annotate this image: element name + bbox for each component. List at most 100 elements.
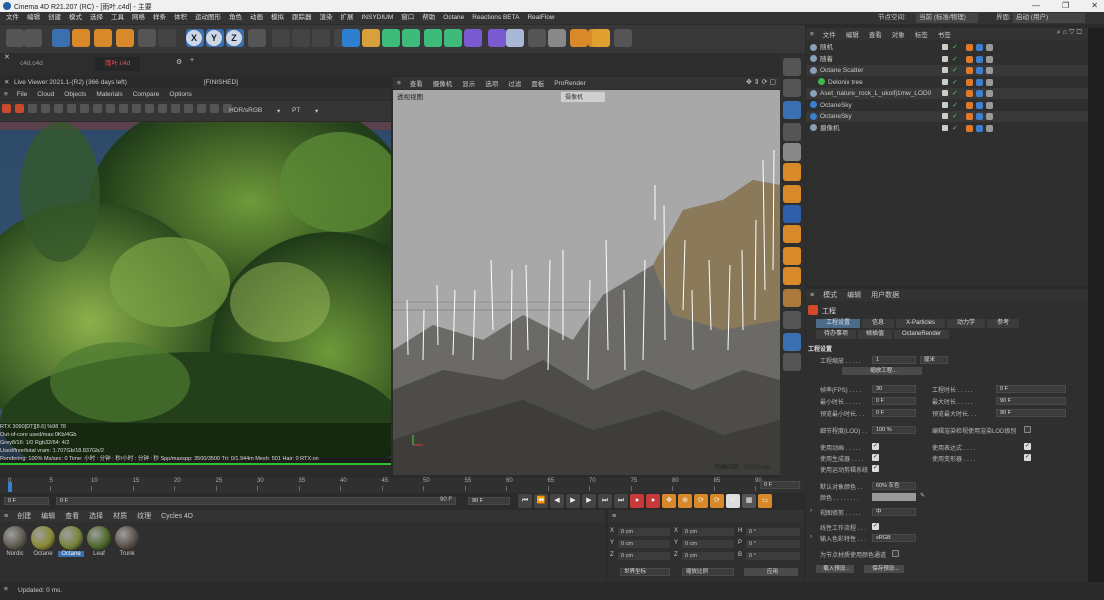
attribute-subtab[interactable]: OctaneRender xyxy=(894,330,950,339)
material-menu-item[interactable]: 查看 xyxy=(60,511,84,521)
object-menu-item[interactable]: 编辑 xyxy=(841,29,864,39)
viewport-menu-item[interactable]: 选项 xyxy=(480,78,503,88)
tag-icon[interactable] xyxy=(966,101,973,109)
attribute-menu-item[interactable]: 用户数据 xyxy=(866,290,904,300)
viewport-menu-item[interactable]: 面板 xyxy=(526,78,549,88)
save-preset-button[interactable]: 保存预设... xyxy=(864,565,904,573)
live-viewer-tool-icon[interactable] xyxy=(106,104,115,113)
color-swatch[interactable] xyxy=(872,493,916,501)
maximize-button[interactable]: ❐ xyxy=(1062,1,1069,10)
rotation-input[interactable]: 0 ° xyxy=(746,528,800,536)
transport-button[interactable]: ⟳ xyxy=(710,494,724,508)
object-row[interactable]: OctaneSky ✓ xyxy=(806,100,1088,111)
toolbar-button[interactable] xyxy=(528,29,546,47)
mode-button[interactable] xyxy=(783,101,801,119)
live-viewer-menu-item[interactable]: Cloud xyxy=(32,91,59,98)
mode-button[interactable] xyxy=(783,79,801,97)
position-input[interactable]: 0 cm xyxy=(618,528,670,536)
scale-project-button[interactable]: 缩放工程... xyxy=(842,367,922,375)
menu-item[interactable]: 渲染 xyxy=(316,12,337,24)
node-color-checkbox[interactable] xyxy=(892,550,899,557)
render-image[interactable] xyxy=(0,122,391,458)
attribute-tab[interactable]: 参考 xyxy=(987,319,1020,328)
settings-icon[interactable]: ⚙ xyxy=(176,58,182,66)
toolbar-button[interactable] xyxy=(362,29,380,47)
current-frame-input[interactable]: 0 F xyxy=(760,481,800,489)
visibility-dot-icon[interactable] xyxy=(942,67,948,73)
pt-mode-select[interactable]: PT xyxy=(292,107,300,114)
close-button[interactable]: ✕ xyxy=(1091,1,1098,10)
menu-item[interactable]: 工具 xyxy=(107,12,128,24)
attribute-menu-item[interactable]: 模式 xyxy=(818,290,842,300)
input-color-select[interactable]: sRGB xyxy=(872,534,916,542)
menu-item[interactable]: RealFlow xyxy=(523,12,558,24)
toolbar-button[interactable] xyxy=(402,29,420,47)
transport-button[interactable]: ● xyxy=(630,494,644,508)
check-icon[interactable]: ✓ xyxy=(952,42,958,53)
material-menu-item[interactable]: Cycles 4D xyxy=(156,513,198,520)
close-icon[interactable]: ✕ xyxy=(4,53,10,61)
menu-item[interactable]: 选择 xyxy=(86,12,107,24)
menu-item[interactable]: 样条 xyxy=(149,12,170,24)
attribute-subtab[interactable]: 待办事项 xyxy=(816,330,857,339)
default-color-select[interactable]: 60% 灰色 xyxy=(872,482,916,490)
tag-icon[interactable] xyxy=(976,90,983,97)
transport-button[interactable]: ▶ xyxy=(566,494,580,508)
right-scrollbar[interactable] xyxy=(1088,28,1104,600)
node-space-select[interactable]: 当前 (标准/物理) xyxy=(916,13,978,23)
viewport-menu-item[interactable]: 过滤 xyxy=(503,78,526,88)
object-menu-item[interactable]: 书签 xyxy=(933,29,956,39)
live-viewer-tool-icon[interactable] xyxy=(145,104,154,113)
attribute-menu-item[interactable]: 编辑 xyxy=(842,290,866,300)
lod-input[interactable]: 100 % xyxy=(872,426,916,434)
toolbar-button[interactable] xyxy=(6,29,24,47)
toolbar-button[interactable] xyxy=(592,29,610,47)
transport-button[interactable]: P xyxy=(726,494,740,508)
use-expression-checkbox[interactable]: ✓ xyxy=(1024,443,1031,450)
tag-icon[interactable] xyxy=(986,113,993,120)
menu-item[interactable]: 角色 xyxy=(225,12,246,24)
tag-icon[interactable] xyxy=(966,44,973,51)
menu-icon[interactable]: ≡ xyxy=(806,31,818,38)
chevron-right-icon[interactable]: › xyxy=(810,534,812,540)
load-preset-button[interactable]: 载入预设... xyxy=(816,565,854,573)
tag-icon[interactable] xyxy=(976,113,983,120)
toolbar-button[interactable] xyxy=(382,29,400,47)
check-icon[interactable]: ✓ xyxy=(952,65,958,76)
live-viewer-tool-icon[interactable] xyxy=(171,104,180,113)
object-menu-item[interactable]: 标签 xyxy=(910,29,933,39)
live-viewer-tool-icon[interactable] xyxy=(93,104,102,113)
toolbar-button[interactable] xyxy=(272,29,290,47)
object-menu-item[interactable]: 对象 xyxy=(887,29,910,39)
viewport-menu-item[interactable]: 摄像机 xyxy=(428,78,458,88)
menu-item[interactable]: Reactions BETA xyxy=(468,12,523,24)
tag-icon[interactable] xyxy=(986,124,993,132)
scale-mode-select[interactable]: 缩放比例 xyxy=(682,568,734,576)
menu-item[interactable]: 模拟 xyxy=(267,12,288,24)
menu-item[interactable]: 动画 xyxy=(246,12,267,24)
live-viewer-tool-icon[interactable] xyxy=(210,104,219,113)
mode-button[interactable] xyxy=(783,225,801,243)
axis-y-button[interactable]: Y xyxy=(206,30,222,46)
attribute-subtab[interactable]: 帧插值 xyxy=(858,330,893,339)
tab-rain-leaf[interactable]: 雨叶.c4d xyxy=(95,57,141,71)
toolbar-button[interactable] xyxy=(52,29,70,47)
toolbar-button[interactable] xyxy=(248,29,266,47)
max-time-input[interactable]: 90 F xyxy=(996,397,1066,405)
menu-item[interactable]: 跟踪器 xyxy=(288,12,316,24)
live-viewer-tool-icon[interactable] xyxy=(67,104,76,113)
toolbar-button[interactable] xyxy=(138,29,156,47)
end-frame-input[interactable]: 90 F xyxy=(468,497,510,505)
object-menu-item[interactable]: 文件 xyxy=(818,29,841,39)
menu-item[interactable]: 模式 xyxy=(65,12,86,24)
rotation-input[interactable]: 0 ° xyxy=(746,552,800,560)
tag-icon[interactable] xyxy=(976,101,983,109)
menu-item[interactable]: 扩展 xyxy=(337,12,358,24)
scale-input[interactable]: 1 xyxy=(872,356,916,364)
check-icon[interactable]: ✓ xyxy=(952,88,958,99)
visibility-dot-icon[interactable] xyxy=(942,90,948,96)
toolbar-button[interactable] xyxy=(506,29,524,47)
menu-icon[interactable]: ≡ xyxy=(393,80,405,87)
live-viewer-tool-icon[interactable] xyxy=(119,104,128,113)
menu-item[interactable]: 网格 xyxy=(128,12,149,24)
